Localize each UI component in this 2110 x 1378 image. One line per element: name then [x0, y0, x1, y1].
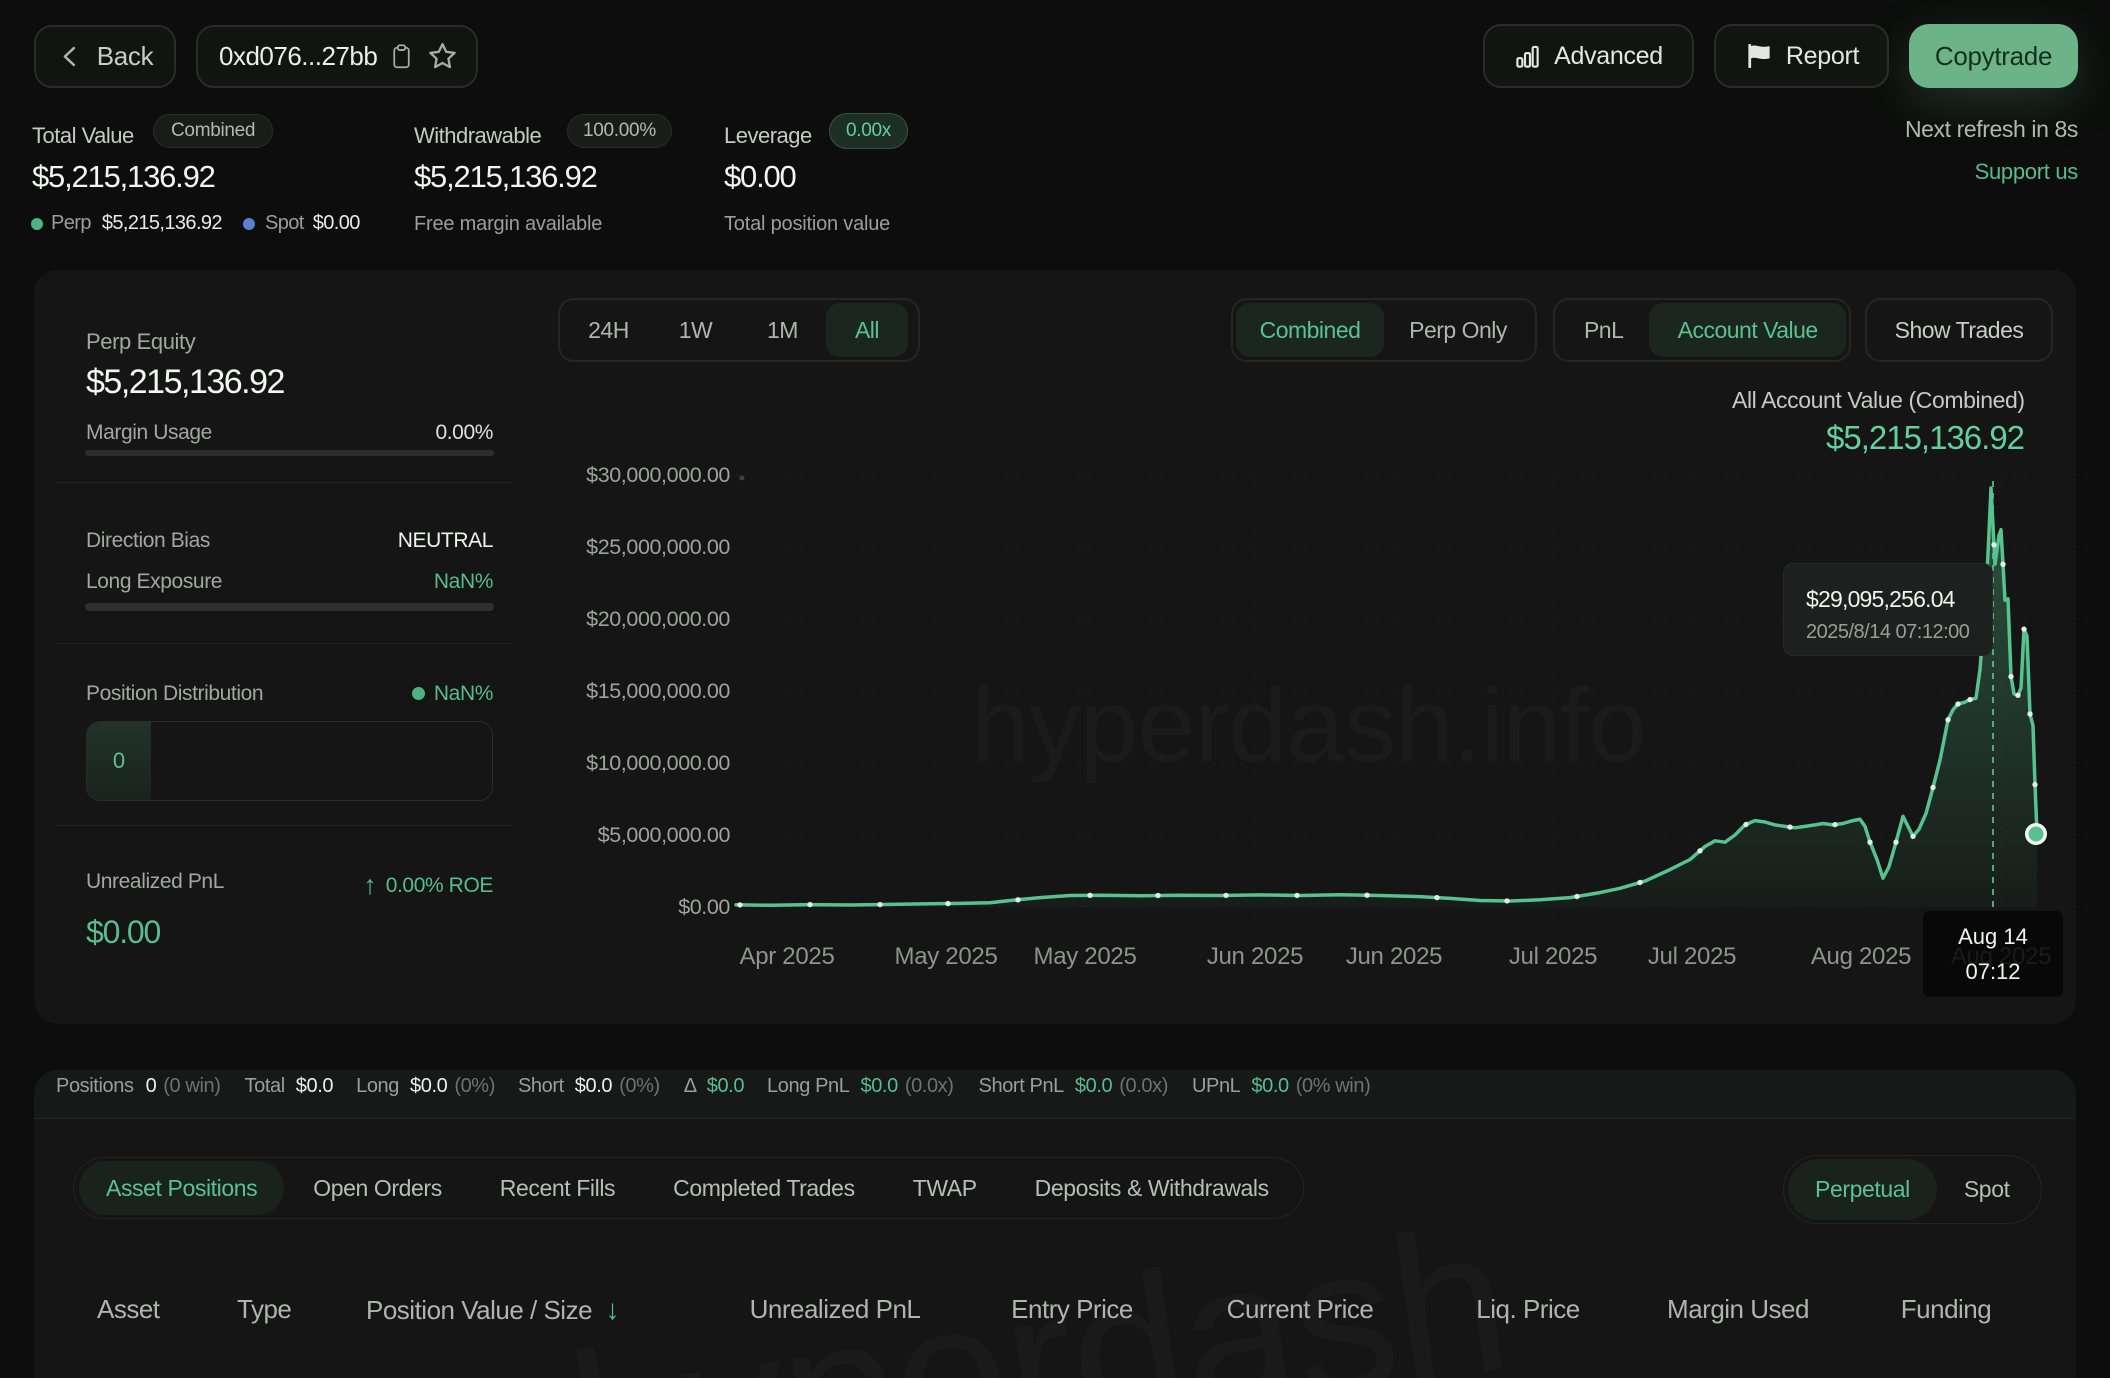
svg-text:Jun 2025: Jun 2025	[1207, 943, 1303, 970]
svg-text:Apr 2025: Apr 2025	[739, 943, 834, 970]
svg-text:Jul 2025: Jul 2025	[1509, 943, 1597, 970]
svg-text:$0.00: $0.00	[678, 895, 730, 919]
svg-text:$25,000,000.00: $25,000,000.00	[586, 535, 730, 559]
svg-text:Jun 2025: Jun 2025	[1346, 943, 1442, 970]
svg-text:Jul 2025: Jul 2025	[1648, 943, 1736, 970]
svg-text:$30,000,000.00: $30,000,000.00	[586, 463, 730, 487]
svg-text:$5,000,000.00: $5,000,000.00	[598, 823, 731, 847]
svg-text:Aug 2025: Aug 2025	[1811, 943, 1911, 970]
svg-text:May 2025: May 2025	[895, 943, 998, 970]
svg-text:$15,000,000.00: $15,000,000.00	[586, 679, 730, 703]
svg-text:$10,000,000.00: $10,000,000.00	[586, 751, 730, 775]
svg-text:May 2025: May 2025	[1034, 943, 1137, 970]
svg-text:$20,000,000.00: $20,000,000.00	[586, 607, 730, 631]
